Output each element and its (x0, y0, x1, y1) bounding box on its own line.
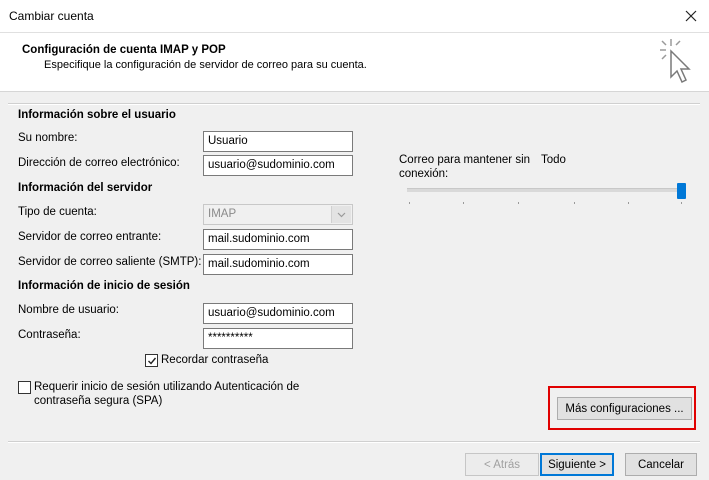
name-label: Su nombre: (18, 132, 78, 144)
spa-label-line1: Requerir inicio de sesión utilizando Aut… (34, 381, 300, 393)
offline-mail-value: Todo (541, 154, 566, 166)
dialog-header: Configuración de cuenta IMAP y POP Espec… (0, 33, 709, 92)
slider-tick (628, 202, 629, 204)
name-field[interactable]: Usuario (203, 131, 353, 152)
outgoing-server-field[interactable]: mail.sudominio.com (203, 254, 353, 275)
header-subtitle: Especifique la configuración de servidor… (44, 59, 367, 71)
offline-mail-label-line1: Correo para mantener sin (399, 154, 531, 166)
incoming-server-field[interactable]: mail.sudominio.com (203, 229, 353, 250)
bottom-divider (8, 441, 700, 443)
close-icon (685, 10, 697, 22)
username-label: Nombre de usuario: (18, 304, 119, 316)
top-divider (8, 103, 700, 105)
account-type-select[interactable]: IMAP (203, 204, 353, 225)
outgoing-server-label: Servidor de correo saliente (SMTP): (18, 256, 202, 268)
checkmark-icon (147, 357, 156, 365)
password-field[interactable]: ********** (203, 328, 353, 349)
next-button[interactable]: Siguiente > (540, 453, 614, 476)
cancel-button[interactable]: Cancelar (625, 453, 697, 476)
spa-label-line2: contraseña segura (SPA) (34, 395, 163, 407)
spa-checkbox[interactable] (18, 381, 31, 394)
title-bar: Cambiar cuenta (0, 0, 709, 33)
offline-mail-label-line2: conexión: (399, 168, 449, 180)
remember-password-checkbox[interactable] (145, 354, 158, 367)
login-info-heading: Información de inicio de sesión (18, 280, 190, 292)
window-title: Cambiar cuenta (9, 9, 94, 23)
header-title: Configuración de cuenta IMAP y POP (22, 44, 226, 56)
email-field[interactable]: usuario@sudominio.com (203, 155, 353, 176)
username-field[interactable]: usuario@sudominio.com (203, 303, 353, 324)
remember-password-label: Recordar contraseña (161, 354, 269, 366)
chevron-down-icon (337, 212, 346, 217)
server-info-heading: Información del servidor (18, 182, 153, 194)
back-button[interactable]: < Atrás (465, 453, 539, 476)
dropdown-arrow (331, 206, 351, 223)
email-label: Dirección de correo electrónico: (18, 157, 180, 169)
offline-slider-thumb[interactable] (677, 183, 686, 199)
incoming-server-label: Servidor de correo entrante: (18, 231, 162, 243)
close-button[interactable] (673, 0, 709, 32)
account-type-value: IMAP (208, 208, 237, 220)
slider-tick (409, 202, 410, 204)
slider-tick (518, 202, 519, 204)
password-label: Contraseña: (18, 329, 81, 341)
offline-slider-track[interactable] (407, 188, 685, 192)
user-info-heading: Información sobre el usuario (18, 109, 176, 121)
account-type-label: Tipo de cuenta: (18, 206, 97, 218)
slider-tick (463, 202, 464, 204)
slider-tick (574, 202, 575, 204)
slider-tick (681, 202, 682, 204)
cursor-click-icon (660, 39, 691, 84)
more-settings-button[interactable]: Más configuraciones ... (557, 397, 692, 420)
